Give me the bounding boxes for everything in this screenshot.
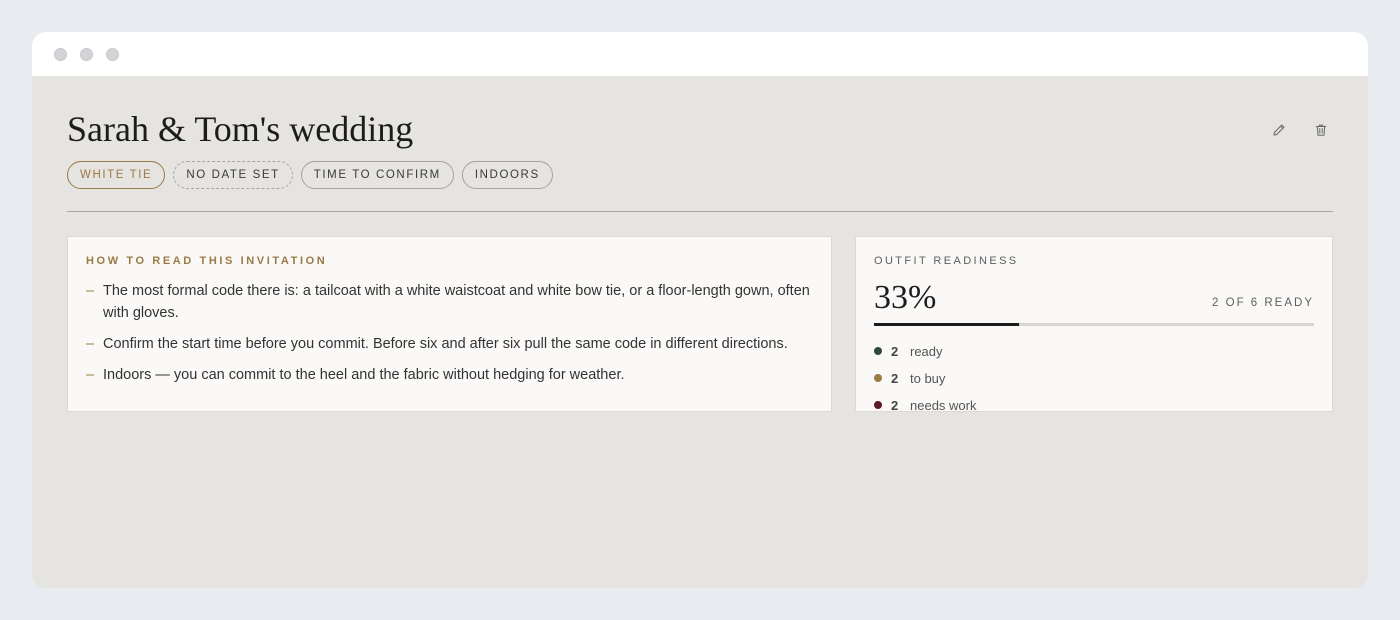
app-window: Sarah & Tom's wedding WHITE TIE NO DATE …	[32, 32, 1368, 588]
guidance-text: Indoors — you can commit to the heel and…	[103, 367, 625, 383]
tag-time-to-confirm[interactable]: TIME TO CONFIRM	[300, 161, 454, 189]
pencil-icon	[1273, 124, 1285, 136]
trash-icon	[1315, 124, 1327, 136]
dash-bullet-icon: –	[86, 336, 95, 352]
delete-button[interactable]	[1309, 118, 1333, 142]
legend-count: 2	[891, 343, 899, 359]
dash-bullet-icon: –	[86, 367, 95, 383]
tag-indoors[interactable]: INDOORS	[461, 161, 553, 189]
detail-panels: HOW TO READ THIS INVITATION – The most f…	[67, 236, 1333, 412]
tag-white-tie[interactable]: WHITE TIE	[67, 161, 166, 189]
header-actions	[1267, 118, 1333, 142]
status-dot-icon	[874, 347, 882, 355]
list-item: – Indoors — you can commit to the heel a…	[86, 364, 813, 386]
window-close-control[interactable]	[54, 47, 67, 61]
dash-bullet-icon: –	[86, 283, 95, 299]
guidance-text: Confirm the start time before you commit…	[103, 336, 788, 352]
page-title: Sarah & Tom's wedding	[67, 109, 414, 149]
legend-item-needs-work: 2 needs work	[874, 397, 1314, 412]
legend-item-ready: 2 ready	[874, 343, 1314, 359]
list-item: – Confirm the start time before you comm…	[86, 333, 813, 355]
guidance-list: – The most formal code there is: a tailc…	[86, 280, 813, 386]
readiness-summary: 33% 2 OF 6 READY	[874, 281, 1314, 315]
window-zoom-control[interactable]	[106, 47, 119, 61]
edit-button[interactable]	[1267, 118, 1291, 142]
readiness-percent: 33%	[874, 279, 937, 316]
legend-label: ready	[910, 343, 943, 359]
guidance-heading: HOW TO READ THIS INVITATION	[86, 255, 328, 267]
invitation-guidance-panel: HOW TO READ THIS INVITATION – The most f…	[67, 236, 832, 412]
guidance-text: The most formal code there is: a tailcoa…	[103, 283, 810, 321]
readiness-progress-bar	[874, 323, 1314, 326]
legend-item-to-buy: 2 to buy	[874, 370, 1314, 386]
outfit-readiness-panel: OUTFIT READINESS 33% 2 OF 6 READY 2 read…	[855, 236, 1333, 412]
status-dot-icon	[874, 401, 882, 409]
legend-count: 2	[891, 370, 899, 386]
tag-no-date-set[interactable]: NO DATE SET	[173, 161, 293, 189]
section-divider	[67, 211, 1333, 212]
ready-count: 2 OF 6 READY	[1212, 297, 1314, 309]
legend-count: 2	[891, 397, 899, 412]
legend-label: to buy	[910, 370, 946, 386]
window-titlebar	[32, 32, 1368, 76]
readiness-progress-fill	[874, 323, 1020, 326]
window-minimize-control[interactable]	[80, 47, 93, 61]
legend-label: needs work	[910, 397, 977, 412]
dress-code-tags: WHITE TIE NO DATE SET TIME TO CONFIRM IN…	[67, 161, 1333, 189]
list-item: – The most formal code there is: a tailc…	[86, 280, 813, 324]
event-detail: Sarah & Tom's wedding WHITE TIE NO DATE …	[32, 76, 1368, 412]
readiness-heading: OUTFIT READINESS	[874, 255, 1019, 267]
readiness-legend: 2 ready 2 to buy 2 needs work	[874, 343, 1314, 412]
status-dot-icon	[874, 374, 882, 382]
